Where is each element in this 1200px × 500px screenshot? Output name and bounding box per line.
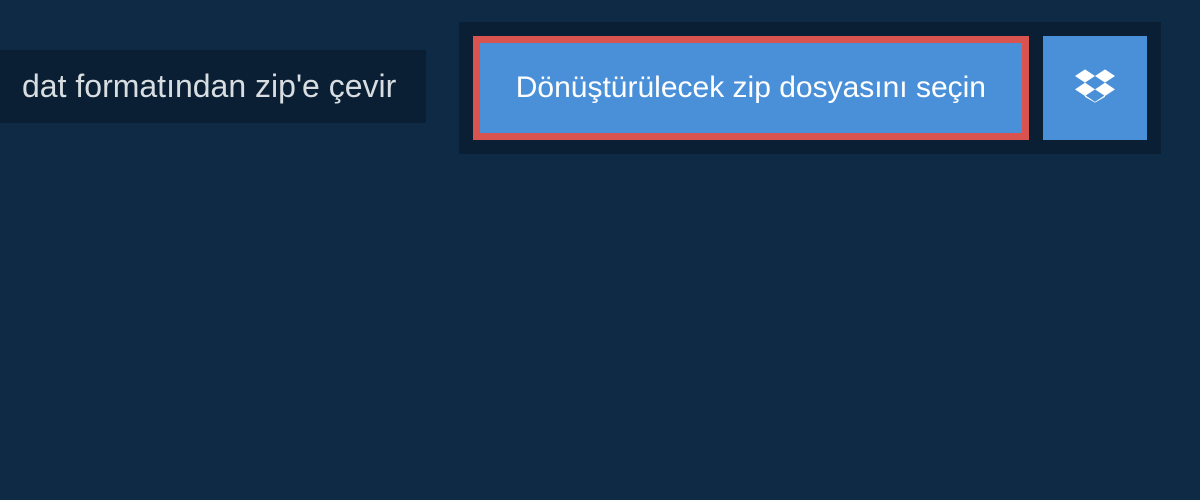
select-file-label: Dönüştürülecek zip dosyasını seçin	[516, 71, 986, 105]
dropbox-icon	[1075, 66, 1115, 111]
dropbox-button[interactable]	[1043, 36, 1147, 140]
page-title: dat formatından zip'e çevir	[0, 50, 426, 123]
file-select-panel: Dönüştürülecek zip dosyasını seçin	[459, 22, 1161, 154]
select-file-button[interactable]: Dönüştürülecek zip dosyasını seçin	[473, 36, 1029, 140]
